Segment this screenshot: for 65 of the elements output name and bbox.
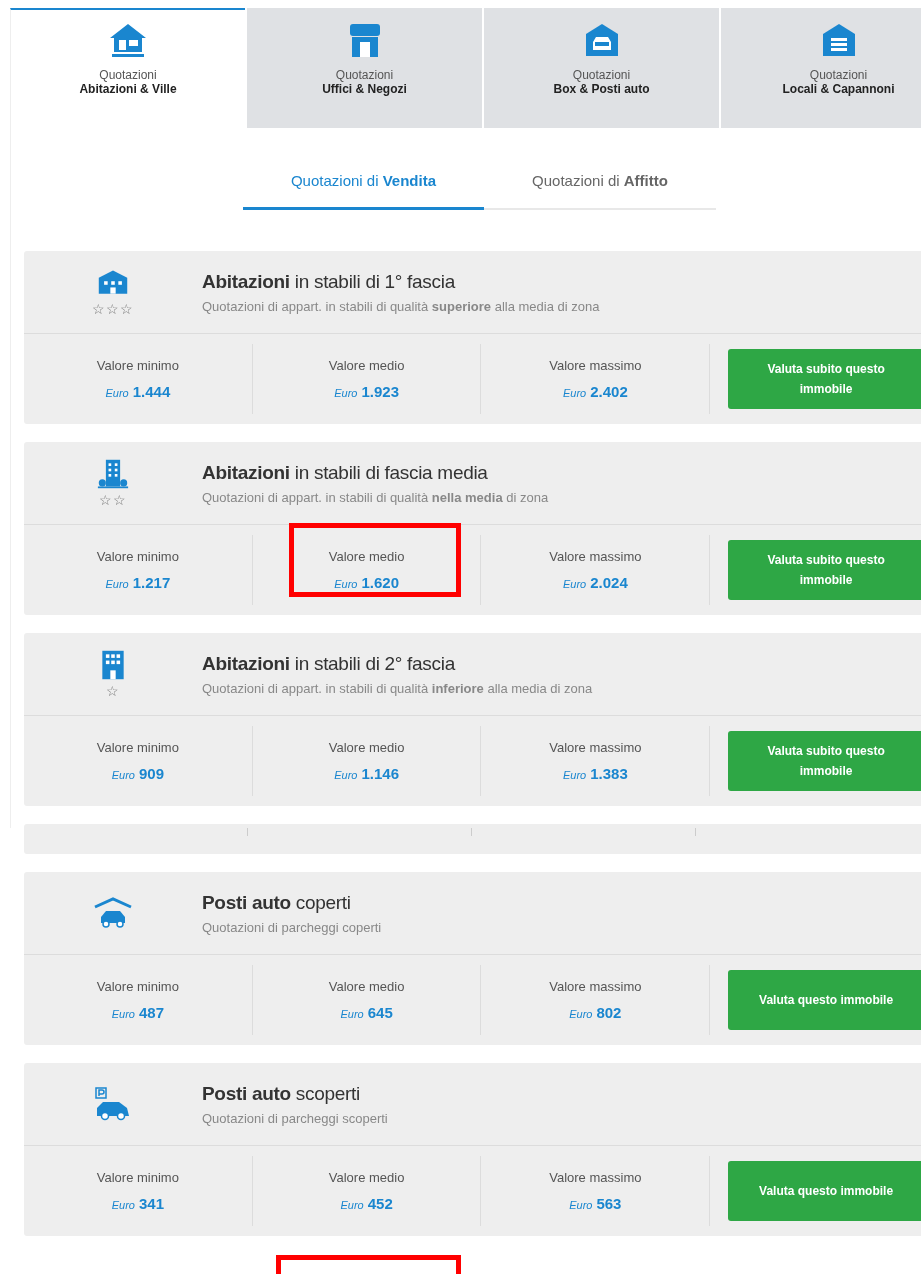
tab-title: Locali & Capannoni	[782, 82, 895, 96]
card-subtitle: Quotazioni di appart. in stabili di qualità superiore alla media di zona	[202, 298, 600, 314]
evaluate-button[interactable]: Valuta subito questo immobile	[728, 540, 921, 600]
price-value: Euro 1.383	[562, 765, 628, 782]
evaluate-button[interactable]: Valuta subito questo immobile	[728, 349, 921, 409]
category-tab[interactable]: Quotazioni Abitazioni & Ville	[10, 8, 245, 128]
value-label: Valore medio	[328, 358, 405, 373]
tab-title: Abitazioni & Ville	[79, 82, 177, 96]
card-subtitle: Quotazioni di appart. in stabili di qualità nella media di zona	[202, 489, 549, 505]
card-title: Posti auto scoperti	[202, 1082, 361, 1105]
value-label: Valore medio	[328, 979, 405, 994]
card-subtitle: Quotazioni di appart. in stabili di qualità inferiore alla media di zona	[202, 680, 593, 696]
value-label: Valore medio	[328, 549, 405, 564]
card-subtitle: Quotazioni di parcheggi coperti	[202, 919, 382, 935]
price-value: Euro 563	[569, 1195, 622, 1212]
tab-title: Box & Posti auto	[553, 82, 650, 96]
card-title: Abitazioni in stabili di 1° fascia	[202, 270, 457, 293]
rating-stars: ☆☆	[99, 492, 127, 508]
price-value: Euro 1.217	[105, 574, 171, 591]
tab-title: Uffici & Negozi	[322, 82, 407, 96]
price-value: Euro 2.402	[562, 383, 628, 400]
price-value: Euro 1.923	[334, 383, 399, 400]
covered-car-icon	[93, 895, 133, 931]
card-subtitle: Quotazioni di parcheggi scoperti	[202, 1110, 388, 1126]
tab-caption: Quotazioni	[572, 68, 631, 82]
price-value: Euro 645	[340, 1004, 393, 1021]
evaluate-button[interactable]: Valuta subito questo immobile	[728, 731, 921, 791]
category-tab[interactable]: Quotazioni Box & Posti auto	[484, 8, 719, 128]
price-value: Euro 1.620	[334, 574, 399, 591]
category-tab[interactable]: Quotazioni Locali & Capannoni	[721, 8, 921, 128]
value-label: Valore massimo	[549, 1170, 642, 1185]
value-label: Valore medio	[328, 740, 405, 755]
house-icon	[108, 22, 148, 58]
value-label: Valore minimo	[96, 358, 179, 373]
price-value: Euro 341	[111, 1195, 164, 1212]
price-value: Euro 452	[340, 1195, 393, 1212]
value-label: Valore minimo	[96, 549, 179, 564]
evaluate-button[interactable]: Valuta questo immobile	[728, 1161, 921, 1221]
evaluate-button[interactable]: Valuta questo immobile	[728, 970, 921, 1030]
price-value: Euro 909	[111, 765, 164, 782]
value-label: Valore minimo	[96, 740, 179, 755]
rating-stars: ☆	[106, 683, 120, 699]
price-value: Euro 487	[111, 1004, 164, 1021]
value-label: Valore massimo	[549, 979, 642, 994]
value-label: Valore minimo	[96, 1170, 179, 1185]
quote-type-tab[interactable]: Quotazioni di Vendita	[243, 172, 484, 210]
tab-caption: Quotazioni	[809, 68, 868, 82]
quote-type-tab[interactable]: Quotazioni di Affitto	[484, 172, 716, 210]
category-tab[interactable]: Quotazioni Uffici & Negozi	[247, 8, 482, 128]
value-label: Valore massimo	[549, 740, 642, 755]
price-value: Euro 2.024	[562, 574, 628, 591]
price-value: Euro 802	[569, 1004, 622, 1021]
tab-caption: Quotazioni	[335, 68, 394, 82]
card-title: Abitazioni in stabili di fascia media	[202, 461, 489, 484]
value-label: Valore massimo	[549, 358, 642, 373]
price-value: Euro 1.444	[105, 383, 171, 400]
value-label: Valore medio	[328, 1170, 405, 1185]
card-title: Posti auto coperti	[202, 891, 352, 914]
value-label: Valore minimo	[96, 979, 179, 994]
tab-caption: Quotazioni	[99, 68, 157, 82]
card-title: Abitazioni in stabili di 2° fascia	[202, 652, 457, 675]
value-label: Valore massimo	[549, 549, 642, 564]
price-value: Euro 1.146	[334, 765, 399, 782]
apartment-tower-icon	[95, 458, 131, 490]
rating-stars: ☆☆☆	[92, 301, 134, 317]
